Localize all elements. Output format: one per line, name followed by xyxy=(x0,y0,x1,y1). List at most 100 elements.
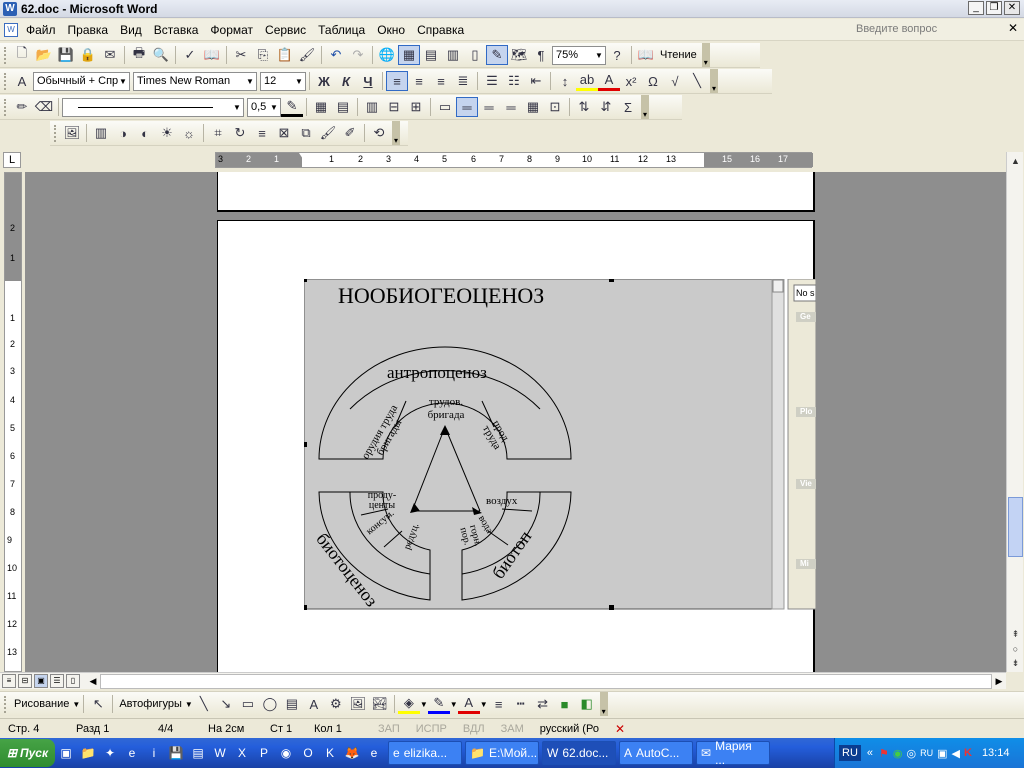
sort-icon[interactable]: ⇵ xyxy=(595,97,617,117)
excel-icon[interactable]: X xyxy=(232,743,252,763)
new-document-icon[interactable]: 🗋 xyxy=(11,45,33,65)
show-hide-icon[interactable]: ¶ xyxy=(530,45,552,65)
equation-icon[interactable]: √ xyxy=(664,71,686,91)
line-spacing-icon[interactable]: ↕ xyxy=(554,71,576,91)
chevron-down-icon[interactable]: ▼ xyxy=(244,73,256,90)
word-app-icon[interactable]: W xyxy=(3,1,17,16)
chevron-down-icon[interactable]: ▼ xyxy=(480,700,488,709)
tab-selector[interactable]: L xyxy=(3,152,21,168)
scroll-left-icon[interactable]: ◀ xyxy=(86,676,100,687)
tray-app-icon[interactable]: ◎ xyxy=(907,747,917,760)
scroll-up-icon[interactable]: ▲ xyxy=(1008,154,1023,168)
borders-icon[interactable]: ▦ xyxy=(310,97,332,117)
media-icon[interactable]: ◉ xyxy=(276,743,296,763)
next-page-icon[interactable]: ⇟ xyxy=(1008,656,1023,670)
word-icon[interactable]: W xyxy=(210,743,230,763)
menu-table[interactable]: Таблица xyxy=(312,23,371,37)
menu-window[interactable]: Окно xyxy=(371,23,411,37)
volume-icon[interactable]: ◀ xyxy=(952,747,960,760)
start-button[interactable]: ⊞ Пуск xyxy=(0,739,55,767)
toolbar-options-icon[interactable]: ▾ xyxy=(710,69,718,93)
redo-icon[interactable]: ↷ xyxy=(347,45,369,65)
text-direction-icon[interactable]: ⇅ xyxy=(573,97,595,117)
k-icon[interactable]: K xyxy=(320,743,340,763)
font-color-icon[interactable]: A xyxy=(598,71,620,91)
save-icon[interactable]: 💾 xyxy=(55,45,77,65)
menu-edit[interactable]: Правка xyxy=(62,23,115,37)
line-style-icon[interactable]: ≡ xyxy=(488,694,510,714)
toolbar-grip[interactable] xyxy=(4,98,7,116)
tables-borders-icon[interactable]: ▦ xyxy=(398,45,420,65)
document-workspace[interactable]: НООБИОГЕОЦЕНОЗ антропоценоз орудия труда… xyxy=(25,172,1006,672)
chevron-down-icon[interactable]: ▼ xyxy=(185,700,193,709)
status-track-changes[interactable]: ИСПР xyxy=(408,723,455,735)
bullets-icon[interactable]: ☷ xyxy=(503,71,525,91)
styles-pane-icon[interactable]: A xyxy=(11,71,33,91)
select-objects-icon[interactable]: ↖ xyxy=(87,694,109,714)
horizontal-ruler[interactable]: 3 2 1 1 2 3 4 5 6 7 8 9 10 11 12 13 15 1… xyxy=(215,152,813,168)
help-question-box[interactable]: Введите вопрос xyxy=(852,21,1002,38)
vertical-scroll-thumb[interactable] xyxy=(1008,497,1023,557)
chevron-down-icon[interactable]: ▼ xyxy=(450,700,458,709)
toolbar-grip[interactable] xyxy=(4,46,7,64)
page-previous[interactable] xyxy=(217,172,815,212)
side-panel-section[interactable]: Plo xyxy=(800,407,812,416)
font-color-icon[interactable]: A xyxy=(457,694,480,714)
3d-style-icon[interactable]: ◧ xyxy=(576,694,598,714)
font-size-select[interactable]: 12 ▼ xyxy=(260,71,306,91)
chevron-down-icon[interactable]: ▼ xyxy=(268,99,280,116)
status-extend[interactable]: ВДЛ xyxy=(455,723,493,735)
help-icon[interactable]: ? xyxy=(606,45,628,65)
style-select[interactable]: Обычный + Спр ▼ xyxy=(33,71,130,91)
status-overtype[interactable]: ЗАМ xyxy=(493,723,532,735)
task-explorer[interactable]: 📁 E:\Мой... xyxy=(465,741,539,765)
insert-table-icon[interactable]: ▥ xyxy=(361,97,383,117)
reset-picture-icon[interactable]: ⟲ xyxy=(368,123,390,143)
toolbar-grip[interactable] xyxy=(4,695,7,713)
color-icon[interactable]: ▥ xyxy=(90,123,112,143)
firefox-icon[interactable]: 🦊 xyxy=(342,743,362,763)
line-color-icon[interactable]: ✎ xyxy=(427,694,450,714)
show-desktop-icon[interactable]: ▣ xyxy=(56,743,76,763)
document-icon[interactable]: W xyxy=(4,22,18,37)
task-word-62doc[interactable]: W 62.doc... xyxy=(542,741,616,765)
merge-cells-icon[interactable]: ⊟ xyxy=(383,97,405,117)
tray-expand-icon[interactable]: « xyxy=(867,747,873,759)
side-panel-section[interactable]: Ge xyxy=(800,312,811,321)
toolbar-options-icon[interactable]: ▾ xyxy=(599,692,608,716)
ie-icon[interactable]: e xyxy=(122,743,142,763)
draw-table-icon[interactable]: ✏ xyxy=(11,97,33,117)
calendar-icon[interactable]: ▤ xyxy=(188,743,208,763)
text-wrapping-icon[interactable]: ⧉ xyxy=(295,123,317,143)
rectangle-icon[interactable]: ▭ xyxy=(237,694,259,714)
contrast-up-icon[interactable]: ◑ xyxy=(112,123,134,143)
dash-style-icon[interactable]: ┅ xyxy=(510,694,532,714)
wordart-icon[interactable]: A xyxy=(303,694,325,714)
reading-layout-icon[interactable]: ▯ xyxy=(66,674,80,688)
horizontal-scrollbar[interactable]: ≡ ⊟ ▣ ☰ ▯ ◀ ▶ xyxy=(0,672,1006,689)
green-circle-icon[interactable]: ◉ xyxy=(893,747,903,760)
format-painter-icon[interactable]: 🖌 xyxy=(296,45,318,65)
align-top-icon[interactable]: ═ xyxy=(456,97,478,117)
copy-icon[interactable]: ⎘ xyxy=(252,45,274,65)
email-icon[interactable]: ✉ xyxy=(99,45,121,65)
document-map-icon[interactable]: 🗺 xyxy=(508,45,530,65)
paste-icon[interactable]: 📋 xyxy=(274,45,296,65)
cut-icon[interactable]: ✂ xyxy=(230,45,252,65)
shading-icon[interactable]: ▤ xyxy=(332,97,354,117)
task-autocad[interactable]: A AutoC... xyxy=(619,741,693,765)
textbox-icon[interactable]: ▤ xyxy=(281,694,303,714)
line-weight-select[interactable]: 0,5 ▼ xyxy=(247,97,281,117)
side-panel-section[interactable]: Mi xyxy=(800,559,809,568)
drawing-icon[interactable]: ✎ xyxy=(486,45,508,65)
diagram-icon[interactable]: ⚙ xyxy=(325,694,347,714)
save-icon[interactable]: 💾 xyxy=(166,743,186,763)
line-style-icon[interactable]: ≡ xyxy=(251,123,273,143)
arrow-icon[interactable]: ↘ xyxy=(215,694,237,714)
autosum-icon[interactable]: Σ xyxy=(617,97,639,117)
insert-picture-icon[interactable]: 🖼 xyxy=(61,123,83,143)
contrast-down-icon[interactable]: ◐ xyxy=(134,123,156,143)
draw-line-icon[interactable]: ╲ xyxy=(686,71,708,91)
close-button[interactable]: ✕ xyxy=(1004,1,1020,15)
align-left-icon[interactable]: ≡ xyxy=(386,71,408,91)
